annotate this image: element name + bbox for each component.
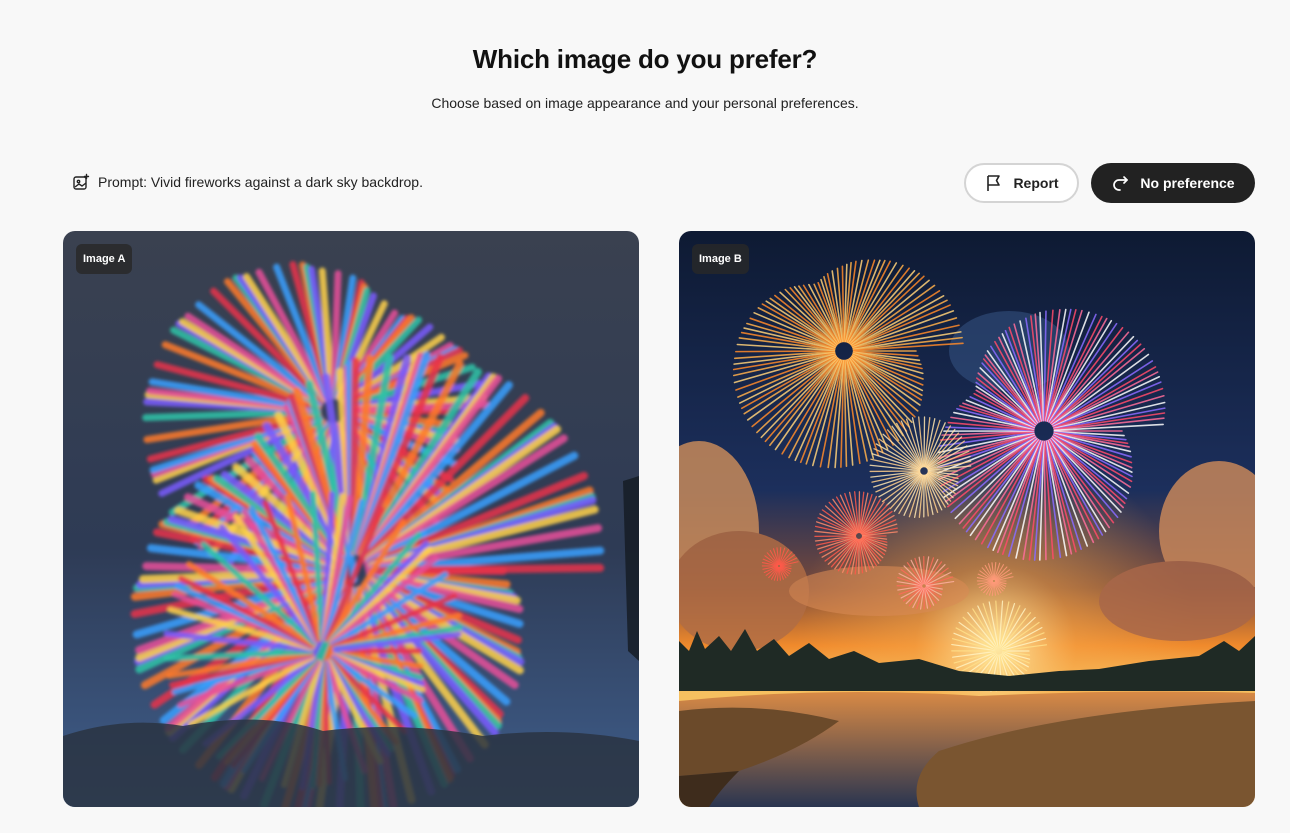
page-subtitle: Choose based on image appearance and you… <box>431 95 859 111</box>
page-title: Which image do you prefer? <box>472 44 818 74</box>
image-a-badge: Image A <box>76 244 133 274</box>
report-button[interactable]: Report <box>964 163 1079 203</box>
image-sparkle-icon <box>72 173 90 191</box>
fireworks-image-b <box>679 231 1255 807</box>
prompt-row: Prompt: Vivid fireworks against a dark s… <box>72 173 423 191</box>
redo-arrow-icon <box>1111 173 1131 193</box>
comparison-page: Which image do you prefer? Choose based … <box>0 0 1290 833</box>
no-preference-button[interactable]: No preference <box>1091 163 1255 203</box>
report-label: Report <box>1013 175 1059 191</box>
fireworks-image-a <box>63 231 639 807</box>
image-a-card[interactable]: Image A <box>63 231 639 807</box>
flag-icon <box>984 173 1004 193</box>
image-b-badge: Image B <box>692 244 749 274</box>
prompt-text: Prompt: Vivid fireworks against a dark s… <box>98 174 423 190</box>
no-preference-label: No preference <box>1140 175 1235 191</box>
image-b-card[interactable]: Image B <box>679 231 1255 807</box>
